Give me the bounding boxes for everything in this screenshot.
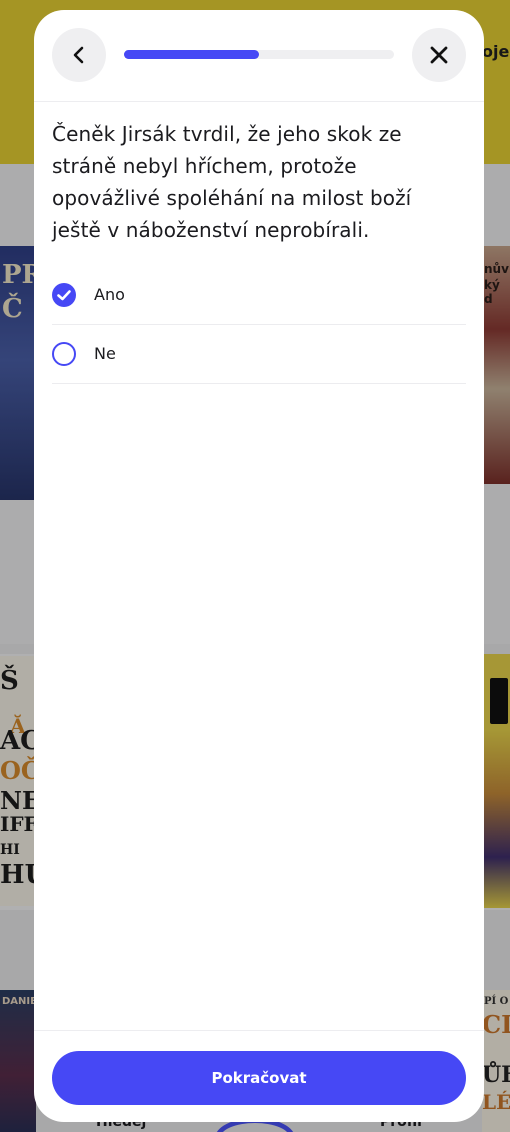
chevron-left-icon	[73, 46, 84, 64]
close-button[interactable]	[412, 28, 466, 82]
modal-header	[34, 10, 484, 102]
radio-unchecked[interactable]	[52, 342, 76, 366]
answer-label: Ne	[94, 344, 116, 363]
answer-option-ne[interactable]: Ne	[52, 325, 466, 384]
modal-footer: Pokračovat	[34, 1030, 484, 1122]
continue-button[interactable]: Pokračovat	[52, 1051, 466, 1105]
radio-checked[interactable]	[52, 283, 76, 307]
answer-label: Ano	[94, 285, 125, 304]
quiz-progress-fill	[124, 50, 259, 59]
close-icon	[430, 46, 448, 64]
quiz-modal: Čeněk Jirsák tvrdil, že jeho skok ze str…	[34, 10, 484, 1122]
question-text: Čeněk Jirsák tvrdil, že jeho skok ze str…	[52, 122, 412, 242]
answer-option-ano[interactable]: Ano	[52, 266, 466, 325]
answer-options: Ano Ne	[52, 266, 466, 384]
quiz-progress-bar	[124, 50, 394, 59]
check-icon	[57, 290, 71, 301]
back-button[interactable]	[52, 28, 106, 82]
